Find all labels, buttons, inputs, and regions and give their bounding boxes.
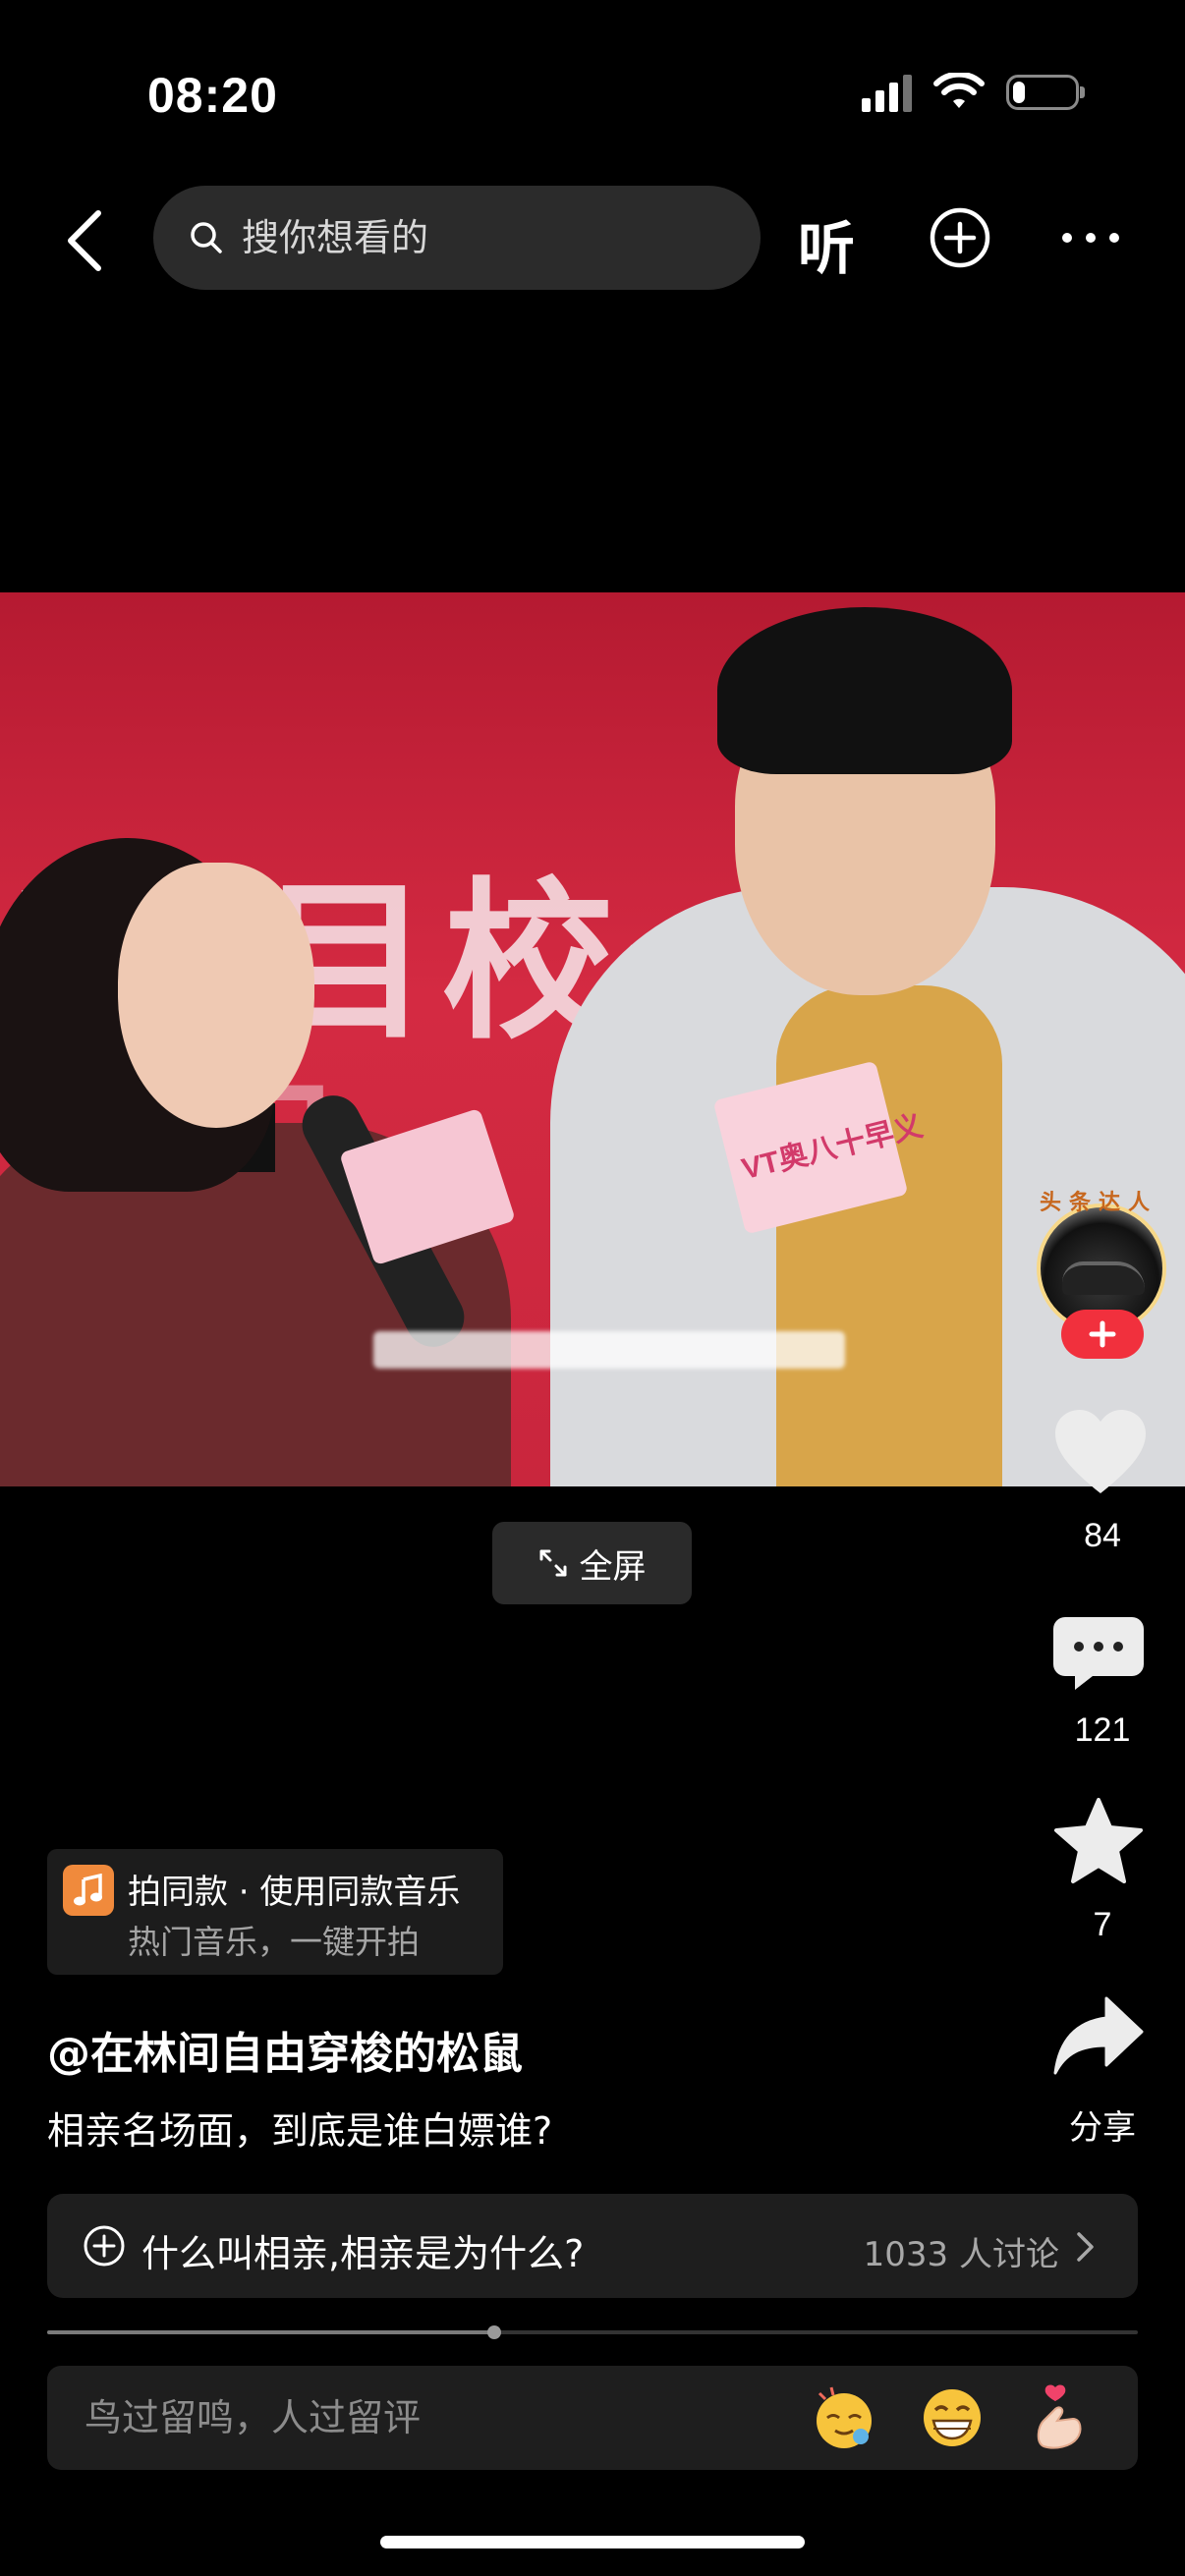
more-button[interactable] — [1059, 218, 1122, 257]
wifi-icon — [933, 73, 985, 108]
topic-title: 什么叫相亲,相亲是为什么? — [141, 2232, 585, 2275]
like-count: 84 — [1084, 1517, 1121, 1554]
video-subtitle-blurred — [373, 1331, 845, 1369]
comment-count: 121 — [1074, 1711, 1131, 1749]
finger-heart-emoji-button[interactable] — [1026, 2383, 1095, 2452]
playback-progress-bar[interactable] — [47, 2325, 1138, 2339]
music-title: 拍同款 · 使用同款音乐 — [128, 1873, 461, 1912]
plus-circle-icon — [930, 207, 990, 268]
search-input[interactable] — [240, 215, 715, 260]
expand-icon — [539, 1549, 566, 1577]
follow-button[interactable] — [1061, 1310, 1144, 1359]
status-time: 08:20 — [147, 68, 278, 123]
author-name[interactable]: @在林间自由穿梭的松鼠 — [47, 2018, 523, 2081]
post-caption: 相亲名场面，到底是谁白嫖谁? — [47, 2109, 553, 2153]
home-indicator — [380, 2536, 805, 2548]
heart-icon — [1055, 1410, 1146, 1493]
grin-emoji-button[interactable] — [918, 2383, 987, 2452]
comment-button[interactable] — [1051, 1613, 1146, 1692]
topic-discussion-count: 1033 人讨论 — [863, 2235, 1059, 2274]
listen-button[interactable]: 听 — [798, 202, 855, 285]
like-button[interactable] — [1051, 1407, 1150, 1497]
search-bar[interactable] — [153, 186, 761, 290]
more-horizontal-icon — [1062, 233, 1119, 243]
plus-icon — [1089, 1320, 1116, 1348]
share-label: 分享 — [1069, 2109, 1136, 2147]
battery-level — [1013, 82, 1025, 103]
grin-emoji-icon — [924, 2389, 981, 2446]
comment-input[interactable] — [83, 2387, 774, 2448]
cellular-signal-icon — [862, 73, 912, 112]
share-arrow-icon — [1053, 1996, 1144, 2075]
comment-bar — [47, 2366, 1138, 2470]
favorite-count: 7 — [1093, 1906, 1112, 1943]
finger-heart-emoji-icon — [1037, 2384, 1082, 2449]
music-subtitle: 热门音乐，一键开拍 — [128, 1923, 420, 1961]
plus-circle-icon — [84, 2225, 125, 2267]
hug-emoji-icon — [817, 2386, 872, 2448]
music-note-icon — [63, 1865, 114, 1916]
car-image — [1062, 1261, 1145, 1295]
comment-icon — [1053, 1617, 1144, 1690]
add-button[interactable] — [929, 206, 991, 269]
status-icons — [862, 73, 1085, 112]
fullscreen-label: 全屏 — [579, 1546, 647, 1587]
chevron-left-icon — [68, 210, 101, 271]
hug-emoji-button[interactable] — [810, 2383, 878, 2452]
star-icon — [1054, 1798, 1143, 1883]
back-button[interactable] — [57, 201, 116, 280]
topic-card[interactable]: 什么叫相亲,相亲是为什么? 1033 人讨论 — [47, 2194, 1138, 2298]
chevron-right-icon — [1077, 2232, 1094, 2262]
favorite-button[interactable] — [1051, 1796, 1146, 1886]
fullscreen-button[interactable]: 全屏 — [492, 1522, 692, 1604]
battery-icon — [1006, 75, 1085, 110]
video-player[interactable]: |亲目校一 本拍 VT奥八十早义 — [0, 592, 1185, 1486]
share-button[interactable] — [1051, 1994, 1146, 2077]
avatar-badge: 头条达人 — [1040, 1191, 1158, 1215]
music-chip[interactable]: 拍同款 · 使用同款音乐 热门音乐，一键开拍 — [47, 1849, 503, 1975]
search-icon — [191, 222, 222, 253]
playback-progress-fill — [47, 2330, 495, 2334]
playback-progress-handle[interactable] — [487, 2325, 502, 2339]
